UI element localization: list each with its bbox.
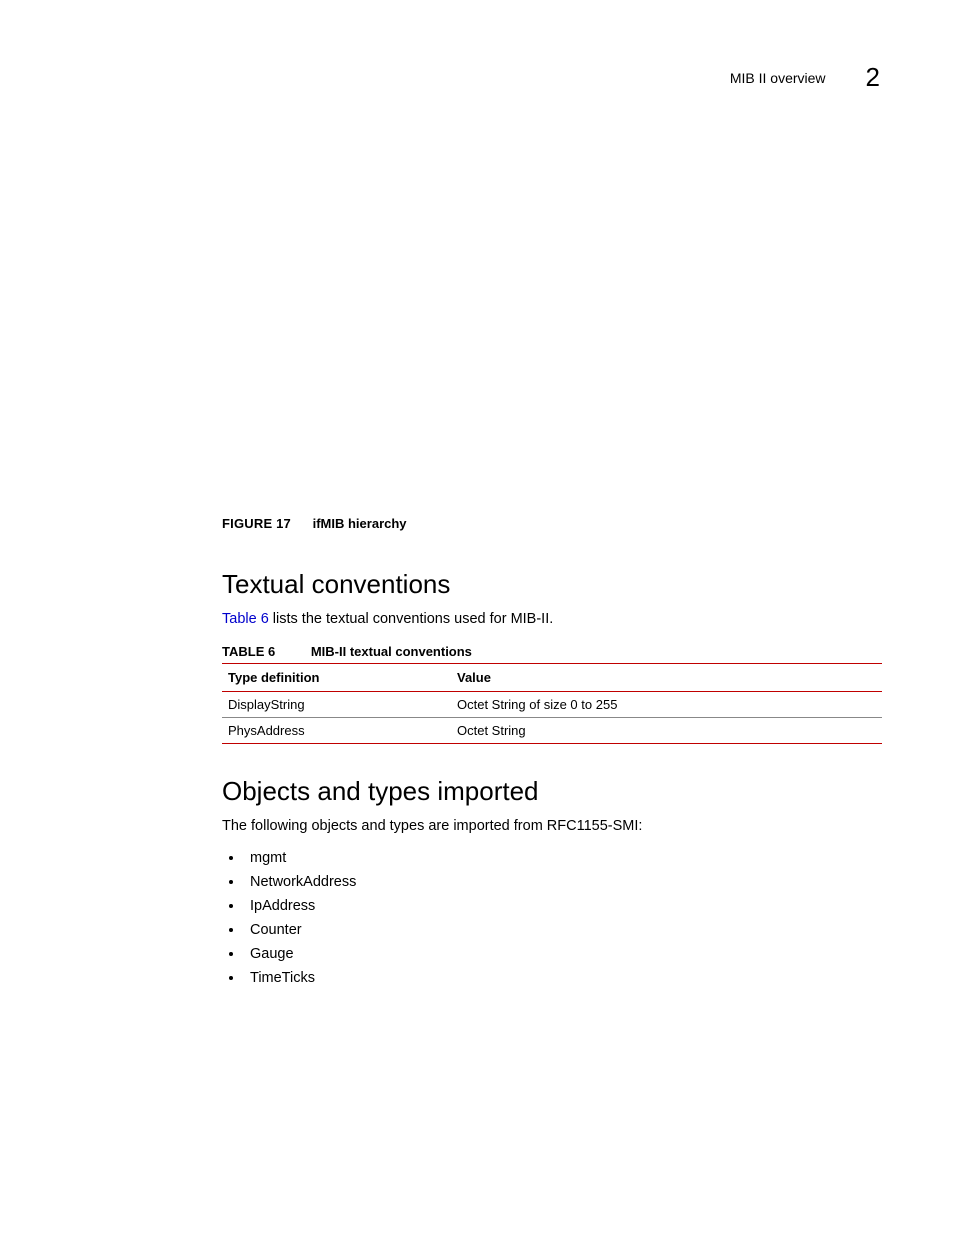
- heading-textual-conventions: Textual conventions: [222, 569, 882, 600]
- table-header-type: Type definition: [222, 663, 453, 691]
- table-row: DisplayString Octet String of size 0 to …: [222, 691, 882, 717]
- running-header: MIB II overview 2: [730, 62, 880, 93]
- table-row: PhysAddress Octet String: [222, 717, 882, 743]
- list-item: Counter: [244, 922, 882, 938]
- list-item: IpAddress: [244, 898, 882, 914]
- table-6-link[interactable]: Table 6: [222, 611, 269, 627]
- table-cell: Octet String of size 0 to 255: [453, 691, 882, 717]
- table-header-value: Value: [453, 663, 882, 691]
- table-label: TABLE 6: [222, 644, 275, 659]
- list-item: Gauge: [244, 946, 882, 962]
- imported-objects-list: mgmt NetworkAddress IpAddress Counter Ga…: [222, 850, 882, 986]
- list-item: mgmt: [244, 850, 882, 866]
- table-caption: TABLE 6 MIB-II textual conventions: [222, 644, 882, 659]
- section2-intro: The following objects and types are impo…: [222, 817, 882, 837]
- header-chapter-number: 2: [866, 62, 880, 93]
- table-cell: PhysAddress: [222, 717, 453, 743]
- table-cell: Octet String: [453, 717, 882, 743]
- list-item: NetworkAddress: [244, 874, 882, 890]
- figure-label: FIGURE 17: [222, 516, 291, 531]
- table-cell: DisplayString: [222, 691, 453, 717]
- section1-intro: Table 6 lists the textual conventions us…: [222, 610, 882, 630]
- textual-conventions-table: Type definition Value DisplayString Octe…: [222, 663, 882, 744]
- page: MIB II overview 2 FIGURE 17 ifMIB hierar…: [0, 0, 954, 1235]
- table-title: MIB-II textual conventions: [311, 644, 472, 659]
- figure-caption: FIGURE 17 ifMIB hierarchy: [222, 516, 882, 531]
- header-section-name: MIB II overview: [730, 70, 826, 86]
- list-item: TimeTicks: [244, 970, 882, 986]
- heading-objects-and-types: Objects and types imported: [222, 776, 882, 807]
- page-content: FIGURE 17 ifMIB hierarchy Textual conven…: [222, 516, 882, 994]
- section1-intro-text: lists the textual conventions used for M…: [269, 611, 554, 627]
- table-header-row: Type definition Value: [222, 663, 882, 691]
- figure-title: ifMIB hierarchy: [313, 516, 407, 531]
